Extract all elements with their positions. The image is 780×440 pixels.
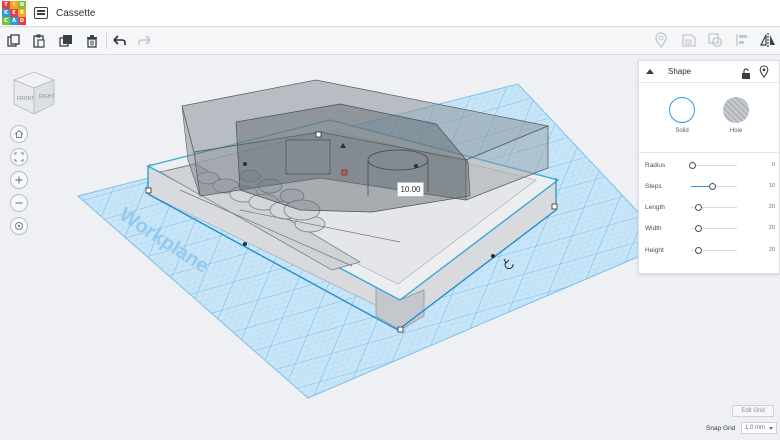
document-title[interactable]: Cassette <box>56 8 95 19</box>
slider-knob[interactable] <box>695 246 702 254</box>
property-radius: Radius 0 <box>645 159 775 171</box>
solid-option[interactable]: Solid <box>657 97 707 134</box>
zoom-in-icon[interactable] <box>10 171 28 189</box>
hole-swatch[interactable] <box>723 97 749 123</box>
edit-toolbar <box>0 28 780 55</box>
inspector-header: Shape <box>639 61 779 83</box>
property-value[interactable]: 20 <box>769 247 775 253</box>
logo-letter: E <box>10 9 18 17</box>
hole-label: Hole <box>729 128 743 134</box>
slider-knob[interactable] <box>689 161 696 169</box>
logo-letter: N <box>18 1 26 9</box>
note-icon[interactable] <box>653 32 669 49</box>
light-bulb-icon[interactable] <box>759 65 769 83</box>
logo-letter: D <box>18 17 26 25</box>
property-value[interactable]: 20 <box>769 225 775 231</box>
shape-properties: Radius 0 Steps 10 Length 20 Width 20 Hei… <box>639 153 779 271</box>
property-label: Steps <box>645 182 662 190</box>
snap-grid-value: 1.0 mm <box>745 425 766 431</box>
design-list-icon[interactable] <box>34 7 48 19</box>
fit-view-icon[interactable] <box>10 148 28 166</box>
copy-icon[interactable] <box>5 32 23 50</box>
snap-grid-label: Snap Grid <box>706 425 736 432</box>
inspector-title: Shape <box>668 67 692 76</box>
align-icon[interactable] <box>734 32 750 48</box>
logo-letter: A <box>10 17 18 25</box>
undo-icon[interactable] <box>110 32 128 50</box>
property-width: Width 20 <box>645 222 775 234</box>
tinkercad-logo[interactable]: T I N K E R C A D <box>2 1 26 25</box>
delete-icon[interactable] <box>83 32 101 50</box>
view-cube[interactable]: FRONT RIGHT <box>10 70 60 120</box>
solid-swatch[interactable] <box>669 97 695 123</box>
zoom-out-icon[interactable] <box>10 194 28 212</box>
mirror-icon[interactable] <box>760 32 776 48</box>
logo-letter: C <box>2 17 10 25</box>
property-length: Length 20 <box>645 201 775 213</box>
cube-front-label: FRONT <box>17 96 35 102</box>
property-steps: Steps 10 <box>645 180 775 192</box>
lock-icon[interactable] <box>741 66 751 84</box>
paste-icon[interactable] <box>30 32 48 50</box>
shape-inspector: Shape Solid Hole Radius 0 Steps 10 Lengt… <box>638 60 780 274</box>
app-header: T I N K E R C A D Cassette <box>0 0 780 27</box>
property-value[interactable]: 10 <box>769 183 775 189</box>
home-icon[interactable] <box>10 125 28 143</box>
solid-label: Solid <box>675 128 689 134</box>
edit-grid-button[interactable]: Edit Grid <box>732 405 774 417</box>
snap-grid-select[interactable]: 1.0 mm <box>741 422 777 434</box>
property-label: Radius <box>645 161 666 169</box>
property-height: Height 20 <box>645 244 775 256</box>
redo-icon[interactable] <box>136 32 154 50</box>
property-label: Length <box>645 203 665 211</box>
dimension-input[interactable]: 10.00 <box>397 182 424 197</box>
slider-knob[interactable] <box>695 203 702 211</box>
property-slider[interactable] <box>691 164 737 166</box>
hole-option[interactable]: Hole <box>711 97 761 134</box>
shape-type-selector: Solid Hole <box>639 83 779 153</box>
view-mode-icon[interactable] <box>10 217 28 235</box>
slider-knob[interactable] <box>709 182 716 190</box>
property-value[interactable]: 0 <box>772 162 775 168</box>
collapse-icon[interactable] <box>646 69 654 74</box>
duplicate-icon[interactable] <box>57 32 75 50</box>
logo-letter: I <box>10 1 18 9</box>
cube-right-label: RIGHT <box>39 94 55 100</box>
logo-letter: T <box>2 1 10 9</box>
logo-letter: K <box>2 9 10 17</box>
property-label: Height <box>645 246 664 254</box>
ungroup-icon[interactable] <box>707 32 723 48</box>
group-icon[interactable] <box>681 32 697 48</box>
property-label: Width <box>645 224 662 232</box>
slider-knob[interactable] <box>695 224 702 232</box>
property-value[interactable]: 20 <box>769 204 775 210</box>
logo-letter: R <box>18 9 26 17</box>
